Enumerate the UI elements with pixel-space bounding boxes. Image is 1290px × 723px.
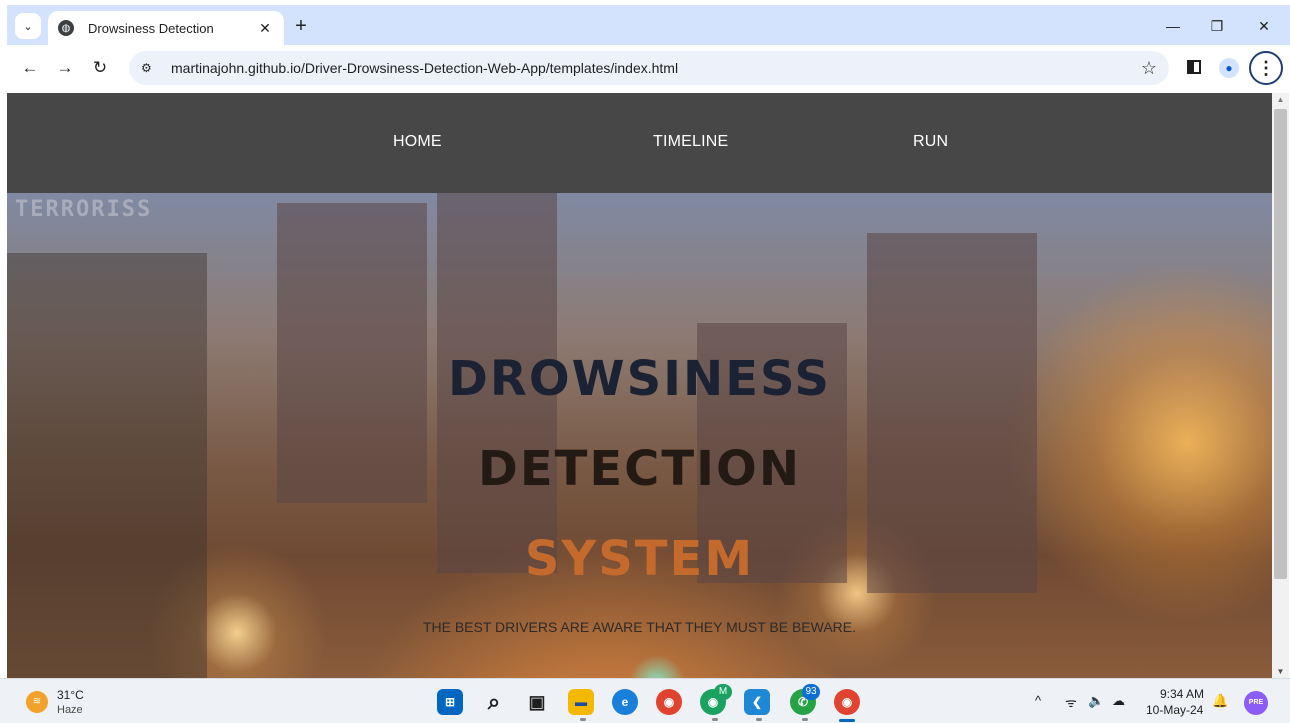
- notification-bell-icon[interactable]: 🔔: [1212, 693, 1228, 709]
- hero-banner: TERRORISS DROWSINESS DETECTION SYSTEM TH…: [7, 193, 1272, 678]
- tab-title: Drowsiness Detection: [88, 20, 214, 36]
- task-view-icon[interactable]: ▣: [524, 689, 550, 715]
- hero-title-line-1: DROWSINESS: [448, 351, 831, 407]
- running-indicator: [802, 718, 808, 721]
- running-indicator: [580, 718, 586, 721]
- globe-icon: ◍: [58, 20, 74, 36]
- side-panel-icon[interactable]: [1187, 60, 1201, 74]
- address-bar[interactable]: ⚙ martinajohn.github.io/Driver-Drowsines…: [129, 51, 1169, 85]
- site-info-icon[interactable]: ⚙: [141, 61, 159, 75]
- reload-button[interactable]: ↻: [89, 57, 111, 79]
- weather-condition[interactable]: Haze: [57, 704, 83, 716]
- url-text[interactable]: martinajohn.github.io/Driver-Drowsiness-…: [171, 60, 678, 76]
- running-indicator: [712, 718, 718, 721]
- chrome-profile-badge: M: [714, 684, 732, 700]
- weather-haze-icon[interactable]: ≋: [26, 691, 48, 713]
- clock-time[interactable]: 9:34 AM: [1160, 687, 1204, 701]
- page-scrollbar[interactable]: ▲ ▼: [1272, 93, 1289, 678]
- chevron-down-icon: ⌄: [23, 20, 33, 33]
- onedrive-icon[interactable]: ☁: [1112, 693, 1125, 709]
- wifi-icon[interactable]: ᯤ: [1065, 693, 1077, 711]
- scroll-up-arrow-icon[interactable]: ▲: [1272, 95, 1289, 104]
- browser-menu-icon[interactable]: ⋮: [1249, 51, 1283, 85]
- taskbar: ≋ 31°C Haze ⊞ ⌕ ▣ ▬ e ◉ ◉ M ❮ ✆ 93 ◉ ^ ᯤ…: [0, 678, 1290, 723]
- running-indicator: [756, 718, 762, 721]
- forward-button[interactable]: →: [54, 57, 76, 79]
- edge-icon[interactable]: e: [612, 689, 638, 715]
- file-explorer-icon[interactable]: ▬: [568, 689, 594, 715]
- hero-tagline: THE BEST DRIVERS ARE AWARE THAT THEY MUS…: [422, 619, 857, 635]
- active-app-indicator: [839, 719, 855, 722]
- profile-avatar-icon[interactable]: ●: [1219, 58, 1239, 78]
- chrome-icon[interactable]: ◉: [656, 689, 682, 715]
- screen: ⌄ ◍ Drowsiness Detection ✕ + — ❐ ✕ ← → ↻…: [0, 0, 1290, 723]
- page-viewport: HOME TIMELINE RUN TERRORISS DROWSINESS D…: [7, 93, 1272, 678]
- volume-icon[interactable]: 🔈: [1088, 693, 1104, 709]
- bookmark-star-icon[interactable]: ☆: [1141, 58, 1157, 79]
- minimize-button[interactable]: —: [1161, 15, 1185, 37]
- nav-link-run[interactable]: RUN: [913, 133, 948, 151]
- hero-title-line-3: SYSTEM: [524, 531, 755, 587]
- restore-button[interactable]: ❐: [1205, 15, 1229, 37]
- taskbar-search-icon[interactable]: ⌕: [481, 689, 507, 715]
- weather-temperature[interactable]: 31°C: [57, 688, 84, 702]
- site-nav-bar: HOME TIMELINE RUN: [7, 93, 1272, 193]
- hero-watermark: TERRORISS: [15, 197, 153, 222]
- chrome-active-icon[interactable]: ◉: [834, 689, 860, 715]
- browser-tab[interactable]: ◍ Drowsiness Detection ✕: [48, 11, 284, 45]
- tray-overflow-chevron-icon[interactable]: ^: [1035, 693, 1041, 708]
- close-window-button[interactable]: ✕: [1252, 15, 1276, 37]
- start-button[interactable]: ⊞: [437, 689, 463, 715]
- new-tab-button[interactable]: +: [290, 15, 312, 37]
- tab-search-button[interactable]: ⌄: [15, 13, 41, 39]
- copilot-icon[interactable]: PRE: [1244, 691, 1268, 715]
- back-button[interactable]: ←: [19, 57, 41, 79]
- close-tab-icon[interactable]: ✕: [256, 20, 274, 37]
- scrollbar-thumb[interactable]: [1274, 109, 1287, 579]
- nav-link-timeline[interactable]: TIMELINE: [653, 133, 728, 151]
- hero-title-line-2: DETECTION: [478, 441, 801, 497]
- vscode-icon[interactable]: ❮: [744, 689, 770, 715]
- browser-toolbar: ← → ↻ ⚙ martinajohn.github.io/Driver-Dro…: [7, 45, 1290, 91]
- clock-date[interactable]: 10-May-24: [1146, 703, 1203, 717]
- nav-link-home[interactable]: HOME: [393, 133, 442, 151]
- whatsapp-unread-badge: 93: [802, 684, 820, 700]
- scroll-down-arrow-icon[interactable]: ▼: [1272, 667, 1289, 676]
- tab-strip: ⌄ ◍ Drowsiness Detection ✕ + — ❐ ✕: [7, 5, 1290, 45]
